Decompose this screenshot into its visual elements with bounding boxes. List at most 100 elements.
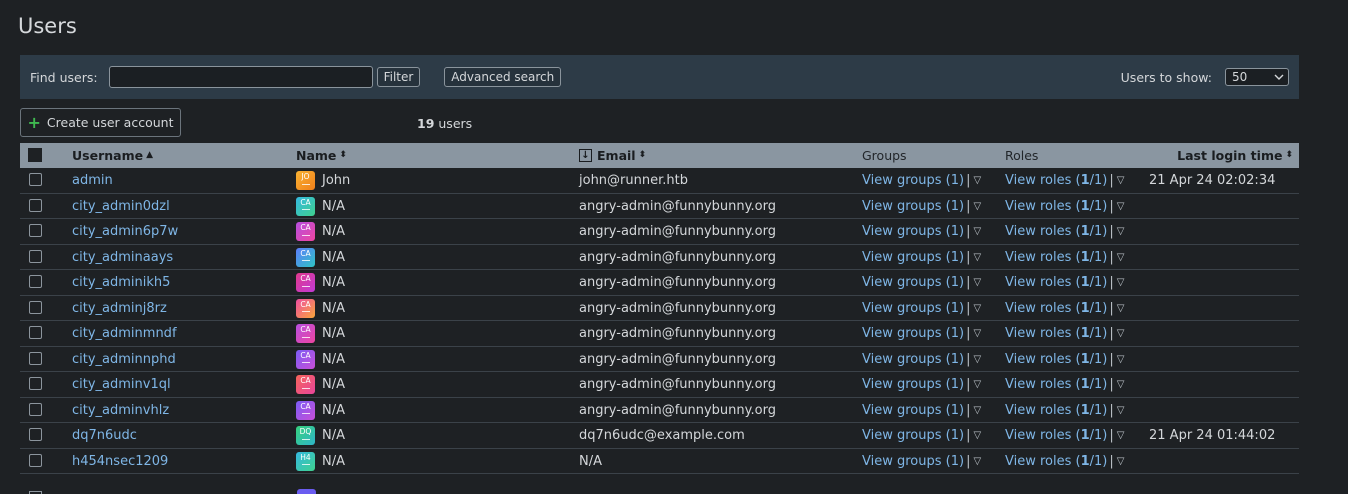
roles-suffix: /1) bbox=[1089, 173, 1108, 188]
create-user-button[interactable]: + Create user account bbox=[20, 108, 181, 137]
find-users-label: Find users: bbox=[30, 69, 98, 85]
caret-down-icon[interactable]: ▽ bbox=[973, 354, 981, 365]
view-groups-link[interactable]: View groups (1) bbox=[862, 377, 964, 392]
column-groups-label: Groups bbox=[862, 148, 907, 163]
view-groups-link[interactable]: View groups (1) bbox=[862, 352, 964, 367]
view-groups-link[interactable]: View groups (1) bbox=[862, 428, 964, 443]
view-roles-link[interactable]: View roles (1/1) bbox=[1005, 352, 1107, 367]
caret-down-icon[interactable]: ▽ bbox=[1117, 201, 1125, 212]
caret-down-icon[interactable]: ▽ bbox=[1117, 175, 1125, 186]
view-groups-link[interactable]: View groups (1) bbox=[862, 199, 964, 214]
caret-down-icon[interactable]: ▽ bbox=[973, 201, 981, 212]
caret-down-icon[interactable]: ▽ bbox=[1117, 277, 1125, 288]
avatar: JO bbox=[296, 171, 315, 190]
row-checkbox[interactable] bbox=[29, 402, 42, 416]
caret-down-icon[interactable]: ▽ bbox=[1117, 328, 1125, 339]
separator: | bbox=[1109, 351, 1114, 367]
username-link[interactable]: city_admin0dzl bbox=[72, 199, 170, 214]
separator: | bbox=[966, 198, 971, 214]
row-checkbox[interactable] bbox=[29, 173, 42, 186]
row-checkbox[interactable] bbox=[29, 249, 42, 263]
caret-down-icon[interactable]: ▽ bbox=[1117, 252, 1125, 263]
view-roles-link[interactable]: View roles (1/1) bbox=[1005, 250, 1107, 265]
row-checkbox[interactable] bbox=[29, 351, 42, 365]
row-checkbox[interactable] bbox=[29, 300, 42, 314]
view-roles-link[interactable]: View roles (1/1) bbox=[1005, 224, 1107, 239]
caret-down-icon[interactable]: ▽ bbox=[973, 430, 981, 441]
select-all-checkbox[interactable] bbox=[28, 148, 42, 162]
view-roles-link[interactable]: View roles (1/1) bbox=[1005, 275, 1107, 290]
username-link[interactable]: h454nsec1209 bbox=[72, 454, 168, 469]
view-roles-link[interactable]: View roles (1/1) bbox=[1005, 199, 1107, 214]
roles-selected: 1 bbox=[1080, 351, 1090, 367]
caret-down-icon[interactable]: ▽ bbox=[973, 379, 981, 390]
separator: | bbox=[966, 300, 971, 316]
row-checkbox[interactable] bbox=[29, 224, 42, 237]
username-link[interactable]: city_adminj8rz bbox=[72, 301, 167, 316]
username-link[interactable]: city_admin6p7w bbox=[72, 224, 178, 239]
caret-down-icon[interactable]: ▽ bbox=[1117, 430, 1125, 441]
view-groups-link[interactable]: View groups (1) bbox=[862, 454, 964, 469]
users-to-show-value: 50 bbox=[1232, 70, 1248, 84]
advanced-search-button[interactable]: Advanced search bbox=[444, 67, 562, 87]
caret-down-icon[interactable]: ▽ bbox=[973, 175, 981, 186]
avatar: CA bbox=[296, 349, 315, 369]
filter-button[interactable]: Filter bbox=[376, 67, 421, 87]
caret-down-icon[interactable]: ▽ bbox=[1117, 303, 1125, 314]
view-groups-link[interactable]: View groups (1) bbox=[862, 301, 964, 316]
column-username[interactable]: Username ▲ bbox=[72, 143, 153, 168]
roles-prefix: View roles ( bbox=[1005, 275, 1081, 290]
separator: | bbox=[1109, 453, 1114, 469]
view-roles-link[interactable]: View roles (1/1) bbox=[1005, 454, 1107, 469]
column-last-login[interactable]: Last login time ⬍ bbox=[1177, 143, 1293, 168]
username-link[interactable]: city_adminmndf bbox=[72, 326, 177, 341]
username-link[interactable]: admin bbox=[72, 173, 113, 188]
username-link[interactable]: city_adminvhlz bbox=[72, 403, 169, 418]
caret-down-icon[interactable]: ▽ bbox=[973, 277, 981, 288]
username-link[interactable]: city_adminnphd bbox=[72, 352, 176, 367]
column-email[interactable]: ↓ Email ⬍ bbox=[579, 143, 646, 168]
caret-down-icon[interactable]: ▽ bbox=[973, 252, 981, 263]
username-link[interactable]: city_adminaays bbox=[72, 250, 173, 265]
caret-down-icon[interactable]: ▽ bbox=[1117, 379, 1125, 390]
username-link[interactable]: city_adminv1ql bbox=[72, 377, 171, 392]
caret-down-icon[interactable]: ▽ bbox=[973, 456, 981, 467]
row-checkbox[interactable] bbox=[29, 198, 42, 212]
caret-down-icon[interactable]: ▽ bbox=[1117, 354, 1125, 365]
caret-down-icon[interactable]: ▽ bbox=[1117, 405, 1125, 416]
download-icon[interactable]: ↓ bbox=[579, 149, 592, 162]
username-link[interactable]: city_adminikh5 bbox=[72, 275, 170, 290]
view-groups-link[interactable]: View groups (1) bbox=[862, 250, 964, 265]
avatar-initials: CA bbox=[300, 197, 311, 207]
view-roles-link[interactable]: View roles (1/1) bbox=[1005, 428, 1107, 443]
caret-down-icon[interactable]: ▽ bbox=[1117, 226, 1125, 237]
view-roles-link[interactable]: View roles (1/1) bbox=[1005, 301, 1107, 316]
row-checkbox[interactable] bbox=[29, 428, 42, 441]
view-roles-link[interactable]: View roles (1/1) bbox=[1005, 377, 1107, 392]
column-name[interactable]: Name ⬍ bbox=[296, 143, 347, 168]
caret-down-icon[interactable]: ▽ bbox=[973, 303, 981, 314]
view-groups-link[interactable]: View groups (1) bbox=[862, 173, 964, 188]
users-to-show-select[interactable]: 50 bbox=[1225, 68, 1289, 86]
view-roles-link[interactable]: View roles (1/1) bbox=[1005, 403, 1107, 418]
caret-down-icon[interactable]: ▽ bbox=[973, 226, 981, 237]
roles-suffix: /1) bbox=[1089, 453, 1108, 469]
view-groups-link[interactable]: View groups (1) bbox=[862, 275, 964, 290]
table-row: city_adminaays CA N/A angry-admin@funnybunn… bbox=[20, 245, 1299, 270]
row-checkbox[interactable] bbox=[29, 377, 42, 390]
view-groups-link[interactable]: View groups (1) bbox=[862, 326, 964, 341]
view-roles-link[interactable]: View roles (1/1) bbox=[1005, 326, 1107, 341]
username-link[interactable]: dq7n6udc bbox=[72, 428, 137, 443]
row-checkbox[interactable] bbox=[29, 275, 42, 288]
view-groups-link[interactable]: View groups (1) bbox=[862, 403, 964, 418]
row-checkbox[interactable] bbox=[29, 326, 42, 339]
view-roles-link[interactable]: View roles (1/1) bbox=[1005, 173, 1107, 188]
roles-selected: 1 bbox=[1080, 453, 1090, 469]
view-groups-link[interactable]: View groups (1) bbox=[862, 224, 964, 239]
row-checkbox[interactable] bbox=[29, 453, 42, 467]
caret-down-icon[interactable]: ▽ bbox=[1117, 456, 1125, 467]
caret-down-icon[interactable]: ▽ bbox=[973, 405, 981, 416]
separator: | bbox=[1109, 428, 1114, 443]
find-users-input[interactable] bbox=[108, 66, 373, 88]
caret-down-icon[interactable]: ▽ bbox=[973, 328, 981, 339]
